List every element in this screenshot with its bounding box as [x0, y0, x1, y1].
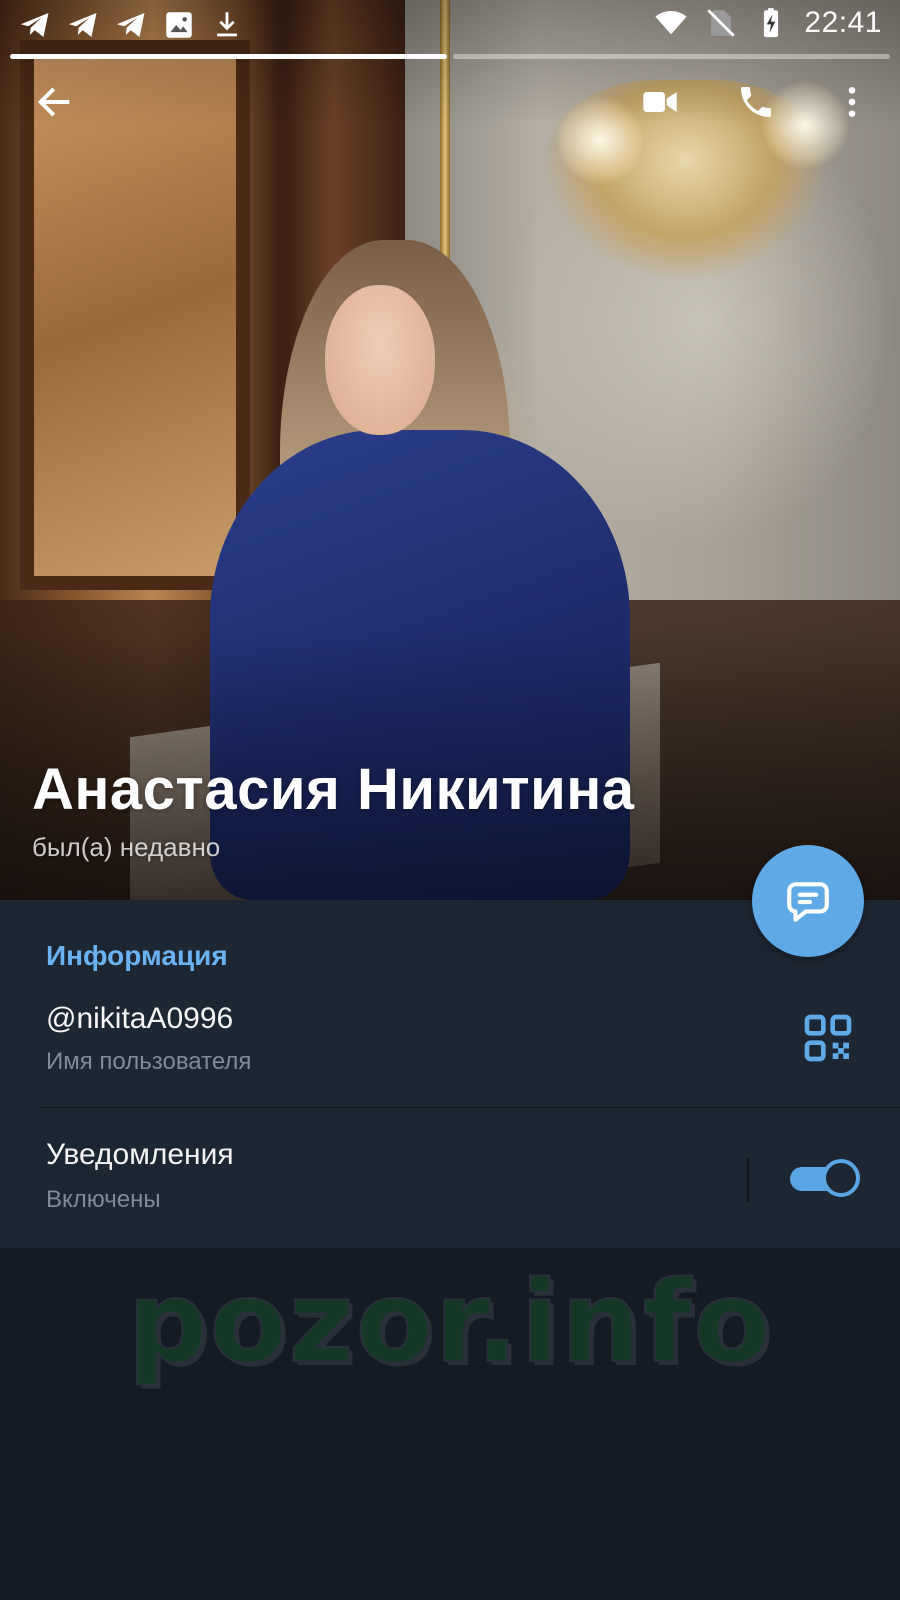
status-time: 22:41 [804, 6, 882, 39]
qr-code-icon [804, 1014, 852, 1062]
notifications-label: Уведомления [46, 1138, 234, 1171]
voice-call-button[interactable] [724, 70, 788, 134]
username-value: @nikitaA0996 [46, 1002, 234, 1035]
status-bar: 22:41 [0, 0, 900, 50]
notifications-separator [747, 1158, 749, 1202]
photo-pager [10, 54, 890, 59]
profile-last-seen: был(а) недавно [32, 832, 221, 862]
back-button[interactable] [22, 70, 86, 134]
more-options-button[interactable] [820, 70, 884, 134]
telegram-notification-icon [116, 12, 145, 38]
battery-charging-icon [764, 8, 779, 38]
arrow-left-icon [37, 87, 70, 117]
pager-segment-active [10, 54, 447, 59]
info-section-header: Информация [46, 940, 228, 971]
qr-code-button[interactable] [800, 1010, 856, 1066]
send-message-button[interactable] [752, 845, 864, 957]
phone-icon [741, 87, 771, 117]
username-row[interactable]: @nikitaA0996 Имя пользователя [0, 990, 900, 1098]
message-icon [787, 882, 829, 922]
status-system: 22:41 [654, 6, 882, 40]
more-vertical-icon [848, 87, 856, 117]
no-sim-icon [707, 9, 736, 37]
info-section: Информация @nikitaA0996 Имя пользователя [0, 900, 900, 1248]
video-camera-icon [643, 92, 677, 112]
toggle-knob [822, 1159, 860, 1197]
telegram-notification-icon [20, 12, 49, 38]
watermark: pozor.info [127, 1257, 773, 1389]
image-icon [166, 12, 192, 38]
profile-name: Анастасия Никитина [32, 757, 635, 822]
telegram-notification-icon [68, 12, 97, 38]
notifications-row[interactable]: Уведомления Включены [0, 1108, 900, 1248]
notifications-toggle[interactable] [790, 1158, 860, 1198]
notifications-value: Включены [46, 1186, 161, 1213]
profile-toolbar [0, 70, 900, 140]
video-call-button[interactable] [628, 70, 692, 134]
download-icon [217, 12, 237, 37]
wifi-icon [655, 10, 688, 35]
username-caption: Имя пользователя [46, 1048, 252, 1075]
profile-screen: 22:41 Анастасия Никитина был(а) недавно … [0, 0, 900, 1600]
pager-segment [453, 54, 890, 59]
status-notifications [18, 8, 244, 42]
